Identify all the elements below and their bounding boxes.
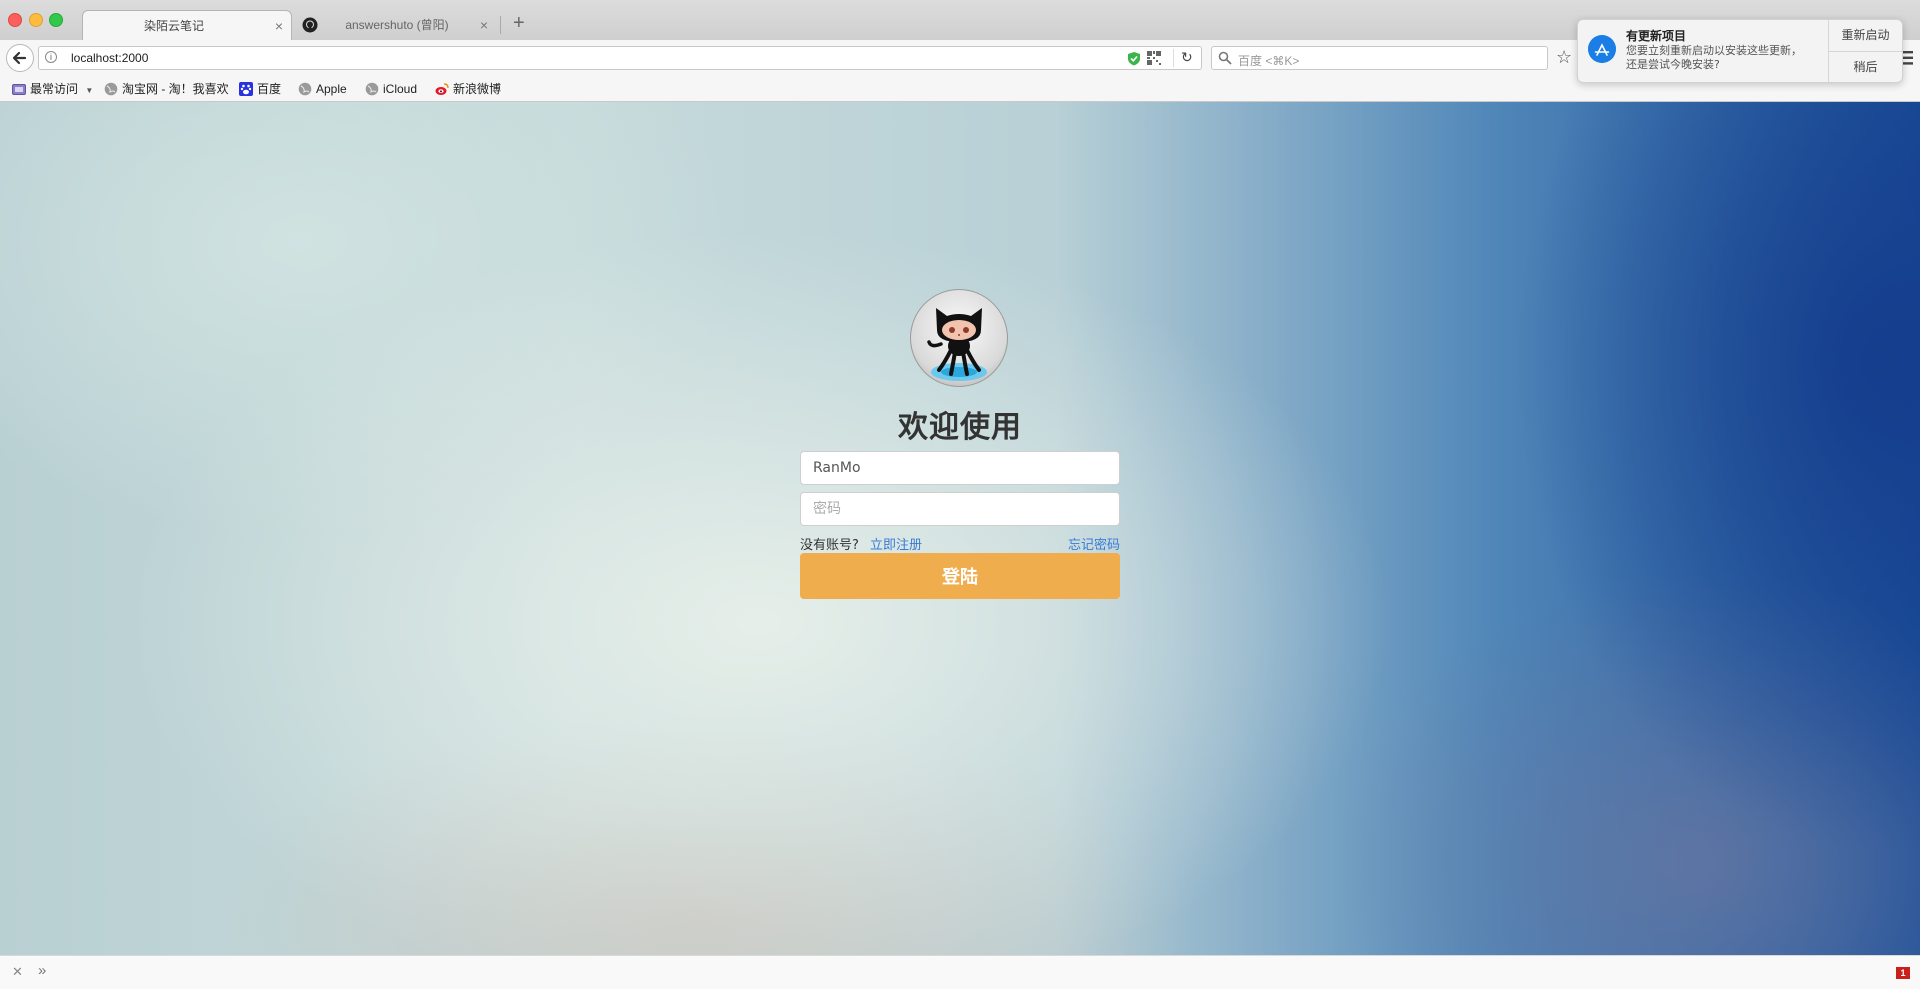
- back-button[interactable]: [6, 44, 34, 72]
- weibo-icon: [435, 83, 449, 95]
- bookmark-apple[interactable]: Apple: [298, 81, 347, 97]
- no-account-text: 没有账号?: [800, 538, 859, 553]
- folder-icon: [12, 84, 26, 95]
- baidu-icon: [239, 82, 253, 96]
- address-bar[interactable]: i localhost:2000 ↻: [38, 46, 1202, 70]
- bottom-bar: ✕ » 1: [0, 955, 1920, 989]
- notification-body: 您要立刻重新启动以安装这些更新，还是尝试今晚安装?: [1626, 44, 1802, 71]
- bookmark-label: 百度: [257, 82, 282, 96]
- restart-button[interactable]: 重新启动: [1829, 20, 1902, 51]
- avatar: [910, 289, 1008, 387]
- globe-icon: [365, 82, 379, 96]
- account-links: 没有账号? 立即注册 忘记密码: [800, 534, 1120, 553]
- globe-icon: [104, 82, 118, 96]
- welcome-heading: 欢迎使用: [898, 410, 1022, 445]
- bookmark-label: Apple: [316, 82, 347, 96]
- bookmark-label: 淘宝网 - 淘！我喜欢: [122, 82, 229, 96]
- notification-title: 有更新项目: [1626, 29, 1687, 43]
- new-tab-button[interactable]: +: [513, 12, 525, 35]
- window-maximize-button[interactable]: [49, 13, 63, 27]
- search-icon: [1218, 51, 1232, 65]
- bookmark-weibo[interactable]: 新浪微博: [435, 81, 501, 97]
- bookmark-baidu[interactable]: 百度: [239, 81, 281, 97]
- info-icon[interactable]: i: [45, 51, 57, 63]
- tab-notes[interactable]: 染陌云笔记 ×: [82, 10, 292, 40]
- url-text[interactable]: localhost:2000: [71, 51, 148, 65]
- bookmark-most-visited[interactable]: 最常访问 ▼: [12, 81, 93, 97]
- bookmark-label: 最常访问: [30, 82, 79, 96]
- chevron-down-icon: ▼: [85, 86, 94, 95]
- tab-github[interactable]: answershuto (曾阳) ×: [296, 10, 496, 40]
- tab-separator: [500, 16, 501, 34]
- page-background: 欢迎使用 没有账号? 立即注册 忘记密码 登陆: [0, 102, 1920, 955]
- register-link[interactable]: 立即注册: [870, 534, 922, 553]
- window-minimize-button[interactable]: [29, 13, 43, 27]
- url-separator: [1173, 49, 1174, 67]
- bookmark-label: 新浪微博: [453, 82, 502, 96]
- back-arrow-icon: [12, 51, 27, 65]
- update-notification: 有更新项目 您要立刻重新启动以安装这些更新，还是尝试今晚安装? 重新启动 稍后: [1577, 19, 1903, 83]
- reload-icon[interactable]: ↻: [1181, 49, 1193, 66]
- forgot-password-link[interactable]: 忘记密码: [1068, 534, 1120, 553]
- globe-icon: [298, 82, 312, 96]
- double-chevron-right-icon[interactable]: »: [38, 962, 46, 979]
- app-store-icon: [1588, 35, 1616, 63]
- bookmark-label: iCloud: [383, 82, 418, 96]
- search-placeholder: 百度 <⌘K>: [1238, 54, 1300, 68]
- bookmark-taobao[interactable]: 淘宝网 - 淘！我喜欢: [104, 81, 229, 97]
- tab-close-icon[interactable]: ×: [480, 10, 488, 40]
- octocat-icon: [927, 308, 987, 381]
- bookmark-star-icon[interactable]: ☆: [1556, 48, 1572, 66]
- later-button[interactable]: 稍后: [1829, 52, 1902, 83]
- password-input[interactable]: [800, 492, 1120, 526]
- username-input[interactable]: [800, 451, 1120, 485]
- qr-code-icon[interactable]: [1147, 51, 1161, 65]
- tab-close-icon[interactable]: ×: [275, 11, 283, 41]
- github-icon: [302, 17, 318, 33]
- window-close-button[interactable]: [8, 13, 22, 27]
- notification-badge[interactable]: 1: [1896, 967, 1910, 979]
- tab-title: answershuto (曾阳): [345, 18, 449, 32]
- search-bar[interactable]: 百度 <⌘K>: [1211, 46, 1548, 70]
- tab-title: 染陌云笔记: [143, 19, 204, 33]
- shield-icon[interactable]: [1127, 51, 1141, 66]
- login-button[interactable]: 登陆: [800, 553, 1120, 599]
- close-icon[interactable]: ✕: [12, 964, 23, 980]
- bookmark-icloud[interactable]: iCloud: [365, 81, 417, 97]
